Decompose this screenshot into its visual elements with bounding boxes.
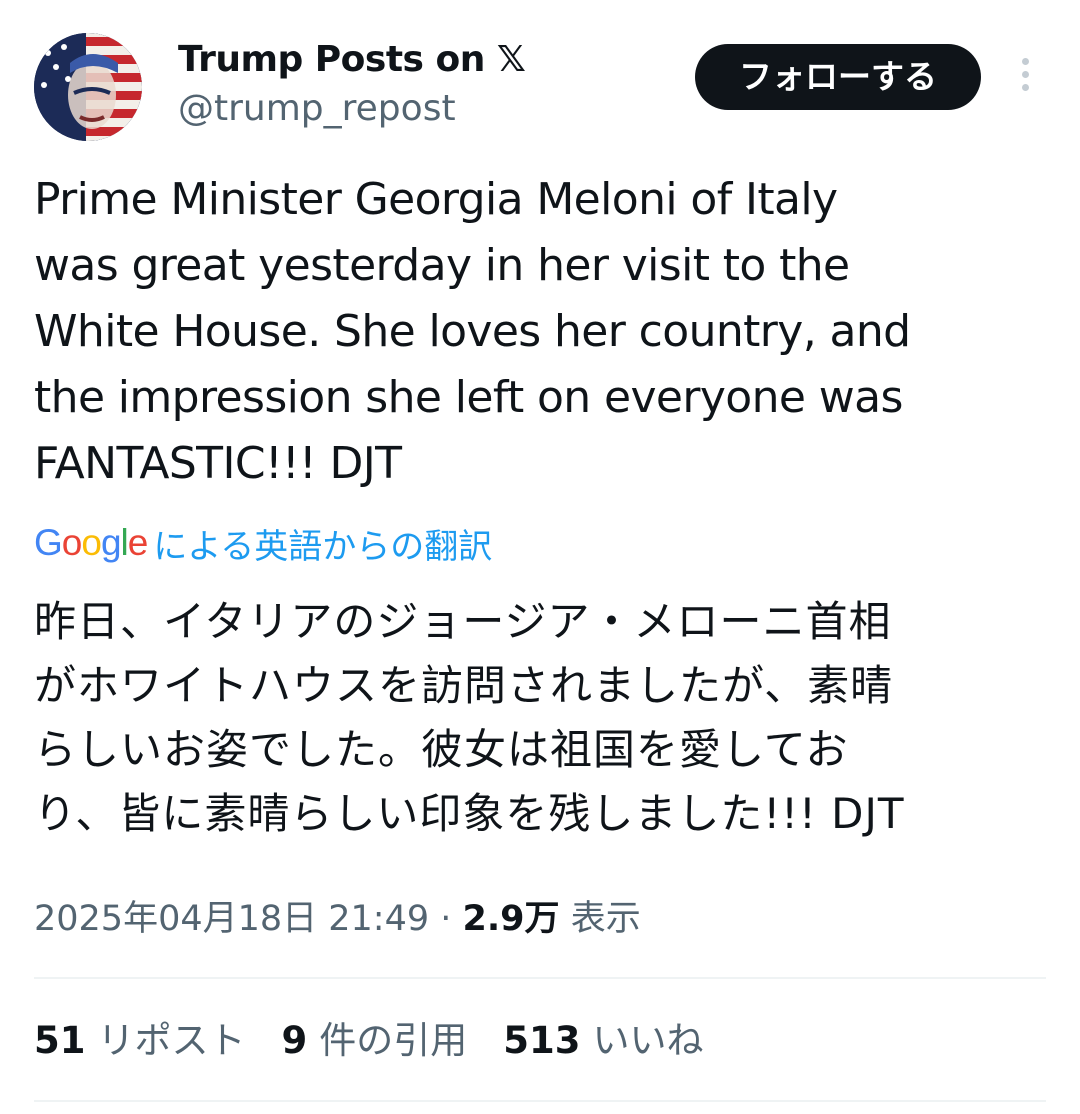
follow-button[interactable]: フォローする [695,44,981,110]
meta-separator: · [429,899,463,939]
tweet-meta: 2025年04月18日 21:49 · 2.9万 表示 [34,893,641,945]
views-label: 表示 [570,899,641,939]
quotes-stat[interactable]: 9 件の引用 [282,1015,468,1067]
tweet-text: Prime Minister Georgia Meloni of Italy w… [34,174,911,489]
likes-label: いいね [592,1019,704,1062]
views-count: 2.9万 [462,899,560,939]
divider [34,1100,1046,1102]
reposts-count: 51 [34,1019,86,1062]
likes-stat[interactable]: 513 いいね [503,1015,703,1067]
author-handle[interactable]: @trump_repost [178,87,456,131]
divider [34,977,1046,979]
more-vertical-icon[interactable] [1010,58,1040,98]
google-logo-icon: Google [34,522,148,563]
tweet-container: Trump Posts on 𝕏 @trump_repost フォローする Pr… [0,0,1080,1114]
author-display-name[interactable]: Trump Posts on 𝕏 [178,38,526,82]
quotes-label: 件の引用 [319,1019,468,1062]
avatar-portrait-flag-icon [34,33,142,141]
likes-count: 513 [503,1019,581,1062]
reposts-label: リポスト [97,1019,246,1062]
reposts-stat[interactable]: 51 リポスト [34,1015,246,1067]
tweet-timestamp[interactable]: 2025年04月18日 21:49 [34,899,429,939]
quotes-count: 9 [281,1019,308,1062]
author-avatar[interactable] [34,33,142,141]
translated-tweet-text: 昨日、イタリアのジョージア・メローニ首相 がホワイトハウスを訪問されましたが、素… [34,597,905,838]
translation-label[interactable]: による英語からの翻訳 [153,519,492,568]
translation-attribution[interactable]: Google による英語からの翻訳 [34,518,492,568]
engagement-stats: 51 リポスト 9 件の引用 513 いいね [34,1015,739,1067]
